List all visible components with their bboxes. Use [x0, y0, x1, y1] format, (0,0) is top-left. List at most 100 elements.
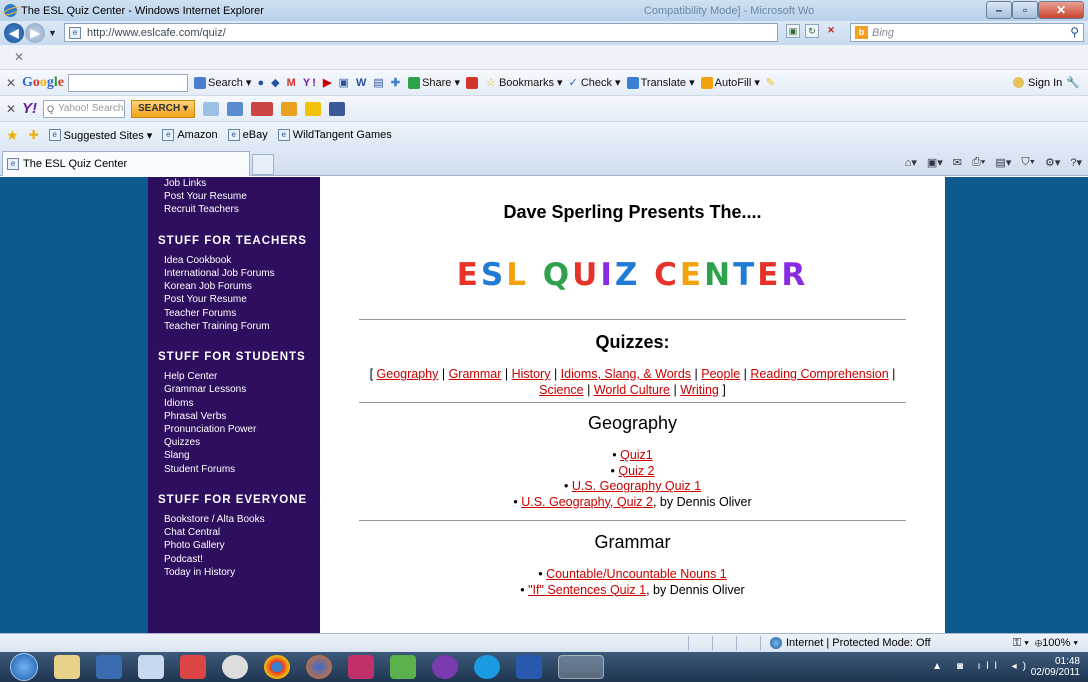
- history-dropdown-icon[interactable]: ▼: [48, 28, 57, 38]
- ie-taskbar-icon[interactable]: [558, 655, 604, 679]
- pin-taskbar-icon[interactable]: [180, 655, 206, 679]
- sidebar-link[interactable]: Phrasal Verbs: [164, 410, 320, 423]
- yahoo-search-button[interactable]: SEARCH ▾: [131, 99, 196, 118]
- sidebar-link[interactable]: Help Center: [164, 370, 320, 383]
- close-yahoo-toolbar-icon[interactable]: ✕: [0, 102, 22, 116]
- quiz-link[interactable]: "If" Sentences Quiz 1: [528, 583, 646, 597]
- quiz-link[interactable]: U.S. Geography, Quiz 2: [521, 495, 653, 509]
- fav-wildtangent[interactable]: e WildTangent Games: [277, 129, 392, 141]
- close-toolbar-icon[interactable]: ✕: [14, 50, 24, 64]
- system-tray-icons[interactable]: ▲ ◙ ıll ◂): [932, 661, 1032, 672]
- category-link[interactable]: Idioms, Slang, & Words: [561, 367, 691, 381]
- check-button[interactable]: ✓ Check ▾: [569, 76, 621, 89]
- search-icon[interactable]: ⚲: [1070, 25, 1079, 39]
- sidebar-link[interactable]: Chat Central: [164, 526, 320, 539]
- skype-taskbar-icon[interactable]: [474, 655, 500, 679]
- yahoo-messenger-icon[interactable]: [305, 101, 322, 116]
- sidebar-link[interactable]: Bookstore / Alta Books: [164, 513, 320, 526]
- yahoo-weather-icon[interactable]: [251, 101, 274, 116]
- yahoo-messenger-taskbar-icon[interactable]: [432, 655, 458, 679]
- forward-button[interactable]: ▶: [25, 23, 45, 43]
- sidebar-link[interactable]: Quizzes: [164, 436, 320, 449]
- explorer-taskbar-icon[interactable]: [54, 655, 80, 679]
- yahoo-logo[interactable]: Y!: [22, 100, 37, 117]
- page-menu-icon[interactable]: ▤▾: [995, 156, 1011, 169]
- yahoo-search-input[interactable]: Yahoo! Search: [43, 99, 125, 118]
- search-box[interactable]: b Bing ⚲: [850, 23, 1084, 42]
- new-tab-button[interactable]: [252, 154, 274, 175]
- quiz-link[interactable]: Quiz 2: [618, 464, 654, 478]
- print-icon[interactable]: ⎙▾: [972, 156, 985, 169]
- refresh-icon[interactable]: ↻: [805, 24, 819, 38]
- sidebar-link[interactable]: Teacher Forums: [164, 307, 320, 320]
- category-link[interactable]: Grammar: [449, 367, 502, 381]
- security-zone[interactable]: Internet | Protected Mode: Off: [770, 637, 931, 649]
- toolbar-icons-group[interactable]: ● ◆ M Y! ▶ ▣ W ▤ ✚: [257, 76, 402, 89]
- category-link[interactable]: People: [701, 367, 740, 381]
- bookmarks-button[interactable]: ☆ Bookmarks ▾: [486, 76, 563, 89]
- google-search-input[interactable]: [68, 73, 188, 92]
- sidebar-link[interactable]: Idea Cookbook: [164, 254, 320, 267]
- user-taskbar-icon[interactable]: [138, 655, 164, 679]
- feeds-icon[interactable]: ▣▾: [927, 156, 943, 169]
- category-link[interactable]: Reading Comprehension: [750, 367, 888, 381]
- zoom-control[interactable]: ⚿ ▾ ⊕100% ▾: [1013, 637, 1078, 650]
- autofill-button[interactable]: AutoFill ▾: [700, 76, 760, 90]
- category-link[interactable]: Writing: [680, 383, 719, 397]
- home-icon[interactable]: ⌂▾: [905, 156, 917, 169]
- yahoo-bookmark-icon[interactable]: [203, 101, 220, 116]
- sidebar-link[interactable]: Slang: [164, 449, 320, 462]
- back-button[interactable]: ◀: [4, 23, 24, 43]
- address-text[interactable]: http://www.eslcafe.com/quiz/: [87, 27, 226, 39]
- quiz-link[interactable]: Countable/Uncountable Nouns 1: [546, 567, 727, 581]
- sidebar-link[interactable]: Korean Job Forums: [164, 280, 320, 293]
- sidebar-link[interactable]: Idioms: [164, 397, 320, 410]
- wrench-icon[interactable]: 🔧: [1066, 76, 1080, 89]
- safety-menu-icon[interactable]: ⛉▾: [1021, 156, 1035, 169]
- sidebar-link[interactable]: Recruit Teachers: [164, 203, 320, 216]
- tools-menu-icon[interactable]: ⚙▾: [1045, 156, 1060, 169]
- pagerank-icon[interactable]: [466, 76, 480, 89]
- sidebar-link[interactable]: Teacher Training Forum: [164, 320, 320, 333]
- kaspersky-taskbar-icon[interactable]: [348, 655, 374, 679]
- highlighter-icon[interactable]: ✎: [766, 76, 775, 89]
- fav-amazon[interactable]: e Amazon: [162, 129, 218, 141]
- sidebar-link[interactable]: Post Your Resume: [164, 293, 320, 306]
- sidebar-link[interactable]: International Job Forums: [164, 267, 320, 280]
- add-favorites-icon[interactable]: ✚: [29, 128, 39, 142]
- protected-mode-icon[interactable]: ⚿ ▾: [1013, 637, 1035, 649]
- category-link[interactable]: History: [512, 367, 551, 381]
- quiz-link[interactable]: U.S. Geography Quiz 1: [572, 479, 701, 493]
- stop-icon[interactable]: ✕: [824, 24, 838, 38]
- fav-suggested-sites[interactable]: e Suggested Sites ▾: [48, 129, 152, 142]
- firefox-taskbar-icon[interactable]: [306, 655, 332, 679]
- maximize-button[interactable]: ▫: [1012, 1, 1038, 19]
- yahoo-mail-icon[interactable]: [227, 101, 244, 116]
- clock[interactable]: 01:48 02/09/2011: [1031, 656, 1080, 678]
- sign-in-button[interactable]: Sign In 🔧: [1013, 76, 1080, 89]
- google-search-button[interactable]: Search ▾: [194, 76, 251, 90]
- share-button[interactable]: Share ▾: [408, 76, 460, 90]
- quiz-link[interactable]: Quiz1: [620, 448, 653, 462]
- favorites-star-icon[interactable]: ★: [6, 127, 19, 144]
- sidebar-link[interactable]: Podcast!: [164, 553, 320, 566]
- address-bar[interactable]: e http://www.eslcafe.com/quiz/: [64, 23, 778, 42]
- people-taskbar-icon[interactable]: [390, 655, 416, 679]
- media-player-taskbar-icon[interactable]: [96, 655, 122, 679]
- mail-icon[interactable]: ✉: [953, 156, 962, 169]
- sidebar-link[interactable]: Post Your Resume: [164, 190, 320, 203]
- sidebar-link[interactable]: Today in History: [164, 566, 320, 579]
- category-link[interactable]: World Culture: [594, 383, 670, 397]
- sidebar-link[interactable]: Student Forums: [164, 463, 320, 476]
- compat-view-icon[interactable]: ▣: [786, 24, 800, 38]
- minimize-button[interactable]: –: [986, 1, 1012, 19]
- fav-ebay[interactable]: e eBay: [227, 129, 268, 141]
- category-link[interactable]: Science: [539, 383, 583, 397]
- chrome-taskbar-icon[interactable]: [264, 655, 290, 679]
- sidebar-link[interactable]: Photo Gallery: [164, 539, 320, 552]
- sidebar-link[interactable]: Grammar Lessons: [164, 383, 320, 396]
- start-button[interactable]: [10, 653, 38, 681]
- facebook-icon[interactable]: [329, 101, 346, 116]
- help-menu-icon[interactable]: ?▾: [1070, 156, 1082, 169]
- sidebar-link[interactable]: Pronunciation Power: [164, 423, 320, 436]
